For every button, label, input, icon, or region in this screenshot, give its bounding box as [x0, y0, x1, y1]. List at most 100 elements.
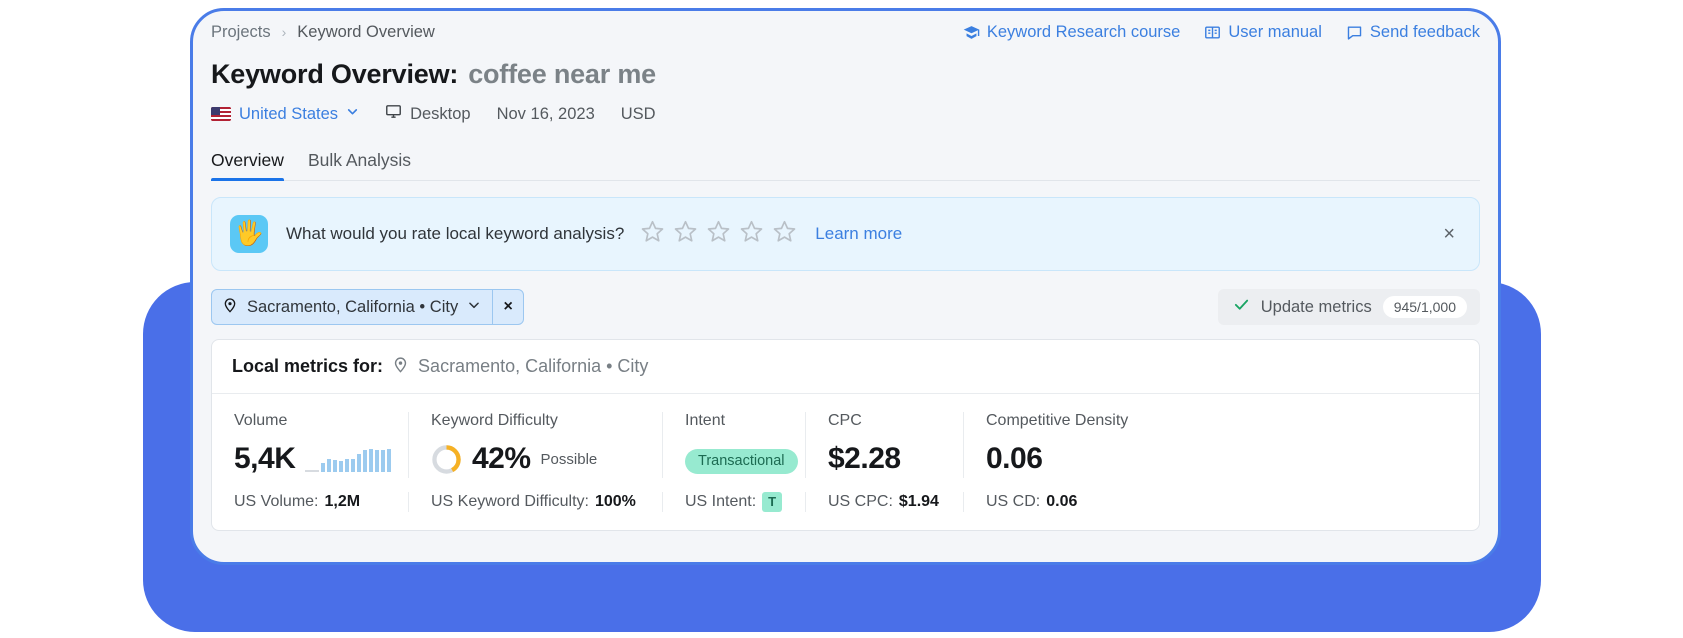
metric-intent-label: Intent	[685, 412, 726, 429]
metric-volume: Volume 5,4K	[212, 412, 408, 478]
user-manual-link[interactable]: User manual	[1204, 23, 1322, 42]
metric-kd-suffix: Possible	[540, 450, 598, 468]
country-label: United States	[239, 104, 339, 123]
us-cd-value: 0.06	[1046, 492, 1078, 510]
sparkline-bar	[369, 449, 374, 472]
breadcrumb-projects[interactable]: Projects	[211, 23, 271, 42]
send-feedback-label: Send feedback	[1369, 22, 1480, 41]
us-cd-label: US CD:	[986, 492, 1041, 510]
metric-kd-label: Keyword Difficulty	[431, 412, 558, 429]
local-metrics-card: Local metrics for: Sacramento, Californi…	[211, 339, 1480, 531]
chevron-down-icon	[346, 105, 359, 123]
update-metrics-quota-badge: 945/1,000	[1382, 296, 1467, 318]
top-bar: Projects › Keyword Overview Keyword Rese…	[211, 11, 1480, 53]
metric-cd-value: 0.06	[986, 442, 1043, 475]
sparkline-bar	[357, 454, 362, 472]
star-rating[interactable]	[640, 219, 797, 249]
kd-donut-icon	[431, 444, 462, 475]
local-metrics-title: Local metrics for:	[232, 356, 384, 376]
location-row: Sacramento, California • City × Update m…	[211, 289, 1480, 325]
sparkline-bar	[351, 459, 356, 472]
device-label: Desktop	[410, 104, 471, 123]
us-kd-value: 100%	[594, 492, 636, 510]
check-icon	[1233, 296, 1250, 318]
star-4-icon[interactable]	[739, 219, 764, 249]
us-cpc-label: US CPC:	[828, 492, 893, 510]
breadcrumb-separator-icon: ›	[281, 24, 287, 40]
metric-intent: Intent Transactional	[662, 412, 805, 478]
breadcrumb-current: Keyword Overview	[297, 22, 435, 41]
sparkline-baseline	[305, 470, 320, 472]
tab-bulk-analysis[interactable]: Bulk Analysis	[308, 150, 411, 180]
metric-competitive-density: Competitive Density 0.06	[963, 412, 1163, 478]
meta-row: United States Desktop Nov 16, 2023 USD	[211, 102, 1480, 126]
star-3-icon[interactable]	[706, 219, 731, 249]
page-title: Keyword Overview: coffee near me	[211, 59, 1480, 90]
star-1-icon[interactable]	[640, 219, 665, 249]
chevron-down-icon	[467, 298, 481, 317]
metric-volume-value: 5,4K	[234, 442, 296, 475]
desktop-icon	[385, 103, 402, 125]
send-feedback-link[interactable]: Send feedback	[1346, 23, 1480, 42]
location-filter-pill: Sacramento, California • City ×	[211, 289, 525, 325]
sparkline-bar	[339, 461, 344, 472]
sparkline-bar	[375, 450, 380, 472]
tab-overview[interactable]: Overview	[211, 150, 284, 181]
metric-kd-value: 42%	[472, 442, 531, 475]
local-metrics-header: Local metrics for: Sacramento, Californi…	[212, 340, 1479, 394]
sparkline-bar	[363, 450, 368, 472]
keyword-research-course-label: Keyword Research course	[986, 22, 1181, 41]
location-label: Sacramento, California • City	[247, 297, 459, 316]
us-volume-label: US Volume:	[234, 492, 319, 510]
learn-more-link[interactable]: Learn more	[815, 224, 902, 244]
local-metrics-location: Sacramento, California • City	[418, 356, 649, 376]
us-intent: US Intent: T	[662, 492, 805, 512]
location-dropdown[interactable]: Sacramento, California • City	[212, 290, 492, 324]
device-indicator: Desktop	[385, 103, 471, 125]
metric-volume-label: Volume	[234, 412, 288, 429]
us-competitive-density: US CD: 0.06	[963, 492, 1163, 512]
tabs: Overview Bulk Analysis	[211, 142, 1480, 181]
top-links: Keyword Research course User manual Send…	[963, 23, 1480, 42]
graduation-cap-icon	[963, 24, 980, 41]
update-metrics-button[interactable]: Update metrics 945/1,000	[1217, 289, 1480, 325]
screenshot-root: Projects › Keyword Overview Keyword Rese…	[0, 0, 1683, 638]
book-icon	[1204, 24, 1221, 41]
currency-label: USD	[620, 104, 656, 123]
clear-location-button[interactable]: ×	[493, 290, 523, 324]
update-metrics-label: Update metrics	[1260, 297, 1372, 316]
page-title-prefix: Keyword Overview:	[211, 59, 459, 89]
waving-hand-icon: 🖐	[230, 215, 268, 253]
user-manual-label: User manual	[1228, 22, 1322, 41]
intent-badge: Transactional	[685, 449, 798, 474]
map-pin-icon	[222, 297, 238, 318]
keyword-research-course-link[interactable]: Keyword Research course	[963, 22, 1181, 42]
us-flag-icon	[211, 107, 231, 121]
sparkline-bar	[387, 449, 392, 472]
date-label: Nov 16, 2023	[496, 104, 595, 123]
sparkline-bar	[345, 459, 350, 472]
survey-question: What would you rate local keyword analys…	[286, 224, 625, 243]
us-keyword-difficulty: US Keyword Difficulty: 100%	[408, 492, 662, 512]
metric-cpc-label: CPC	[828, 412, 862, 429]
star-2-icon[interactable]	[673, 219, 698, 249]
metric-keyword-difficulty: Keyword Difficulty 42% Possible	[408, 412, 662, 478]
country-selector[interactable]: United States	[211, 105, 359, 124]
app-window: Projects › Keyword Overview Keyword Rese…	[190, 8, 1501, 565]
map-pin-icon	[392, 356, 409, 378]
sparkline-bar	[333, 460, 338, 472]
metrics-row: Volume 5,4K Keyword Difficulty 42% Possi…	[212, 394, 1479, 478]
us-metrics-row: US Volume: 1,2M US Keyword Difficulty: 1…	[212, 478, 1479, 530]
star-5-icon[interactable]	[772, 219, 797, 249]
us-cpc-value: $1.94	[898, 492, 939, 510]
page-title-keyword: coffee near me	[468, 59, 656, 89]
breadcrumb: Projects › Keyword Overview	[211, 23, 435, 42]
sparkline-bar	[381, 450, 386, 472]
metric-cpc: CPC $2.28	[805, 412, 963, 478]
sparkline-bar	[327, 459, 332, 472]
us-cpc: US CPC: $1.94	[805, 492, 963, 512]
us-volume: US Volume: 1,2M	[212, 492, 408, 512]
us-kd-label: US Keyword Difficulty:	[431, 492, 589, 510]
close-icon[interactable]: ×	[1437, 218, 1461, 250]
us-intent-label: US Intent:	[685, 492, 757, 510]
